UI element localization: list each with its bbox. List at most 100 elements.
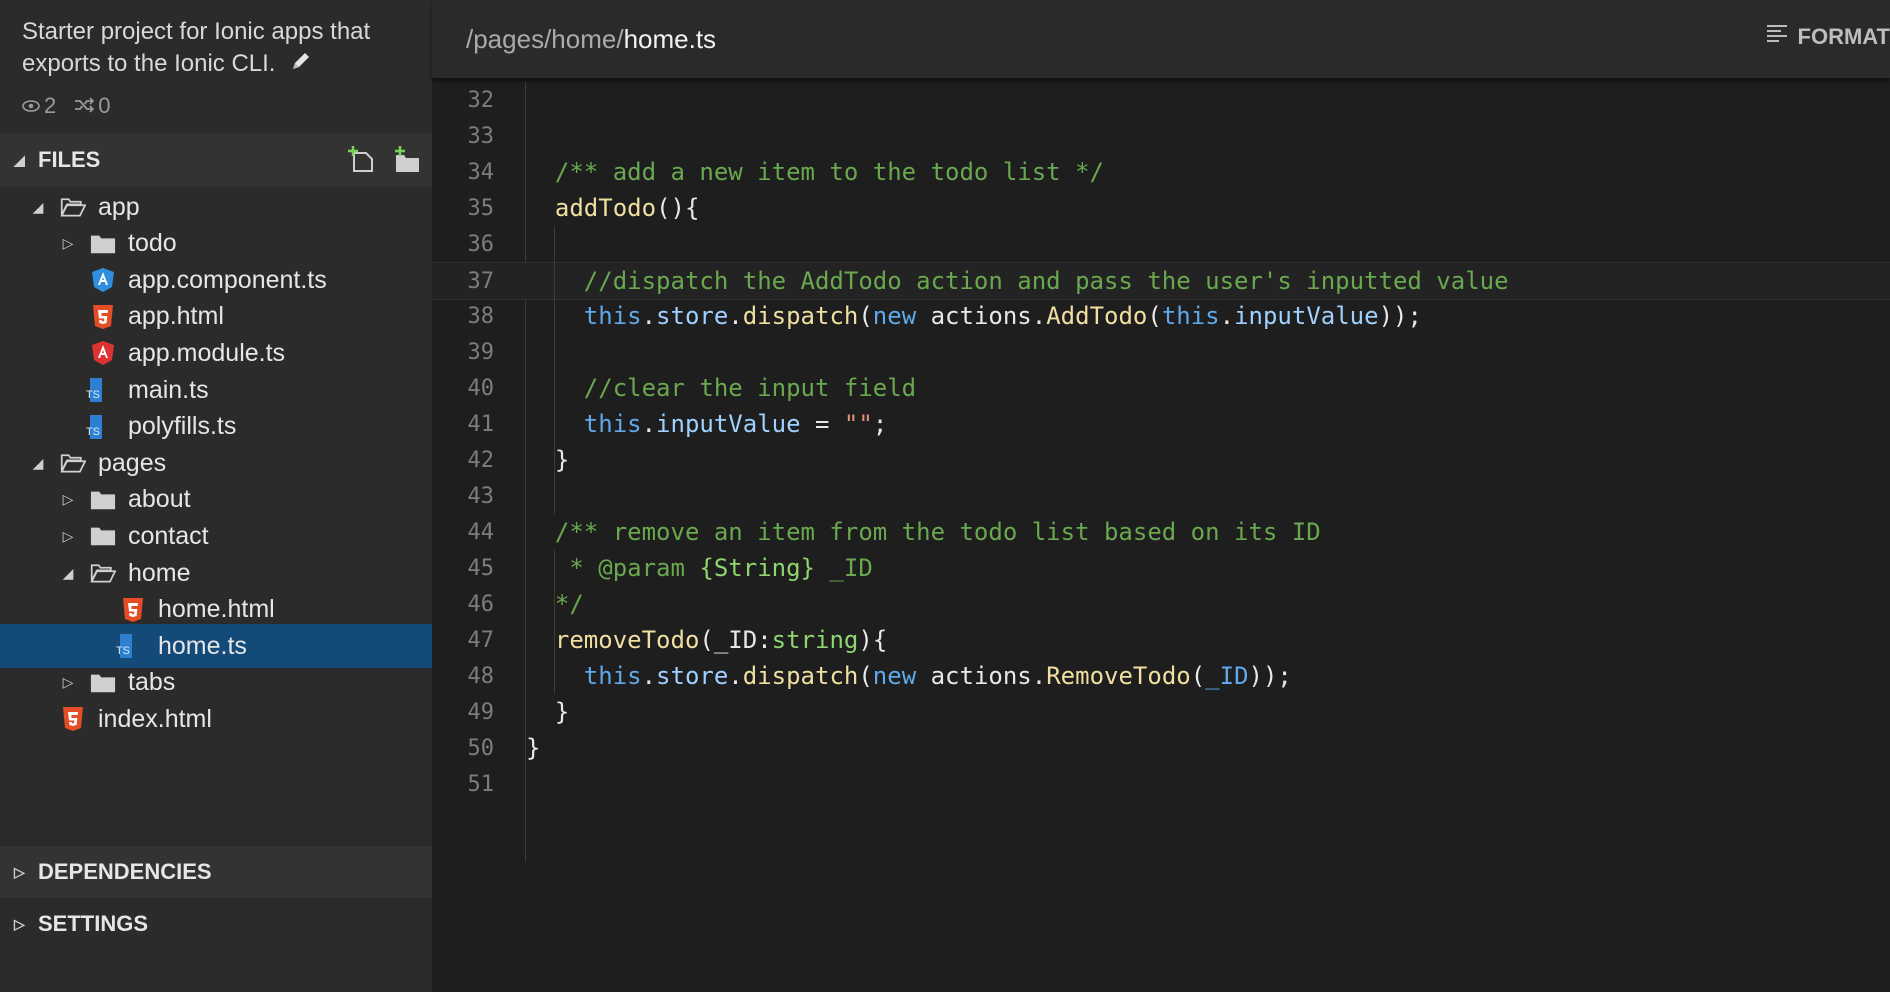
line-text: } (554, 446, 570, 474)
tree-item-label: index.html (98, 704, 212, 733)
caret-right-icon[interactable]: ▷ (60, 674, 76, 691)
code-line[interactable]: 37 //dispatch the AddTodo action and pas… (432, 262, 1890, 300)
folder-icon (90, 487, 116, 513)
folder-icon (90, 231, 116, 257)
line-number: 40 (467, 375, 495, 401)
watchers-count: 2 (44, 92, 57, 118)
line-text: /** remove an item from the todo list ba… (526, 518, 1321, 546)
indent-guide (554, 658, 555, 694)
angular-blue-icon (90, 267, 116, 293)
tree-item-label: app (98, 192, 140, 221)
tree-item-label: home.ts (158, 631, 247, 660)
typescript-icon: TS (86, 414, 116, 440)
line-text: } (526, 734, 541, 762)
line-number: 35 (467, 195, 495, 221)
tree-item-index-html[interactable]: index.html (0, 697, 432, 741)
indent-guide (554, 226, 555, 514)
caret-right-icon: ▷ (14, 915, 25, 932)
html5-icon (90, 304, 116, 330)
line-number: 37 (467, 268, 495, 294)
code-line[interactable]: 32 (432, 82, 1890, 118)
code-line[interactable]: 40 //clear the input field (432, 370, 1890, 406)
folder-icon (90, 523, 116, 549)
line-number: 42 (467, 447, 495, 473)
line-text: //clear the input field (526, 374, 917, 402)
tree-item-label: home (128, 558, 191, 587)
line-number: 46 (467, 591, 495, 617)
line-number: 47 (467, 627, 495, 653)
project-description: Starter project for Ionic apps that expo… (0, 0, 432, 81)
caret-down-icon[interactable]: ◢ (30, 455, 46, 472)
line-text: * @param {String} _ID (526, 554, 873, 582)
code-line[interactable]: 42 } (432, 442, 1890, 478)
forks-count: 0 (98, 92, 111, 118)
code-line[interactable]: 41 this.inputValue = ""; (432, 406, 1890, 442)
line-text: this.store.dispatch(new actions.AddTodo(… (583, 302, 1422, 330)
forks-stat: 0 (74, 92, 111, 119)
code-line[interactable]: 33 (432, 118, 1890, 154)
editor-header: /pages/home/home.ts FORMAT (432, 0, 1890, 78)
tree-item-label: tabs (128, 668, 176, 697)
code-line[interactable]: 48 this.store.dispatch(new actions.Remov… (432, 658, 1890, 694)
tree-item-label: todo (128, 229, 177, 258)
line-number: 39 (467, 339, 495, 365)
caret-right-icon[interactable]: ▷ (60, 235, 76, 252)
caret-down-icon: ◢ (14, 151, 25, 168)
code-line[interactable]: 45 * @param {String} _ID (432, 550, 1890, 586)
files-section-header[interactable]: ◢ FILES (0, 133, 432, 187)
settings-section-header[interactable]: ▷ SETTINGS (0, 898, 432, 950)
format-button[interactable]: FORMAT (1766, 24, 1890, 50)
project-stats: 2 0 (0, 81, 432, 123)
code-editor: /pages/home/home.ts FORMAT 32 33 34 /** ad… (432, 0, 1890, 992)
caret-right-icon[interactable]: ▷ (60, 491, 76, 508)
tree-item-label: app.module.ts (128, 338, 286, 367)
line-number: 32 (467, 87, 495, 113)
code-line[interactable]: 43 (432, 478, 1890, 514)
caret-right-icon[interactable]: ▷ (60, 528, 76, 545)
code-line[interactable]: 51 (432, 766, 1890, 802)
code-line[interactable]: 49 } (432, 694, 1890, 730)
line-number: 41 (467, 411, 495, 437)
files-actions (348, 145, 422, 181)
code-line[interactable]: 38 this.store.dispatch(new actions.AddTo… (432, 298, 1890, 334)
files-section-label: FILES (38, 147, 101, 172)
code-line[interactable]: 34 /** add a new item to the todo list *… (432, 154, 1890, 190)
code-line[interactable]: 44 /** remove an item from the todo list… (432, 514, 1890, 550)
line-number: 38 (467, 303, 495, 329)
code-line[interactable]: 39 (432, 334, 1890, 370)
line-text: this.store.dispatch(new actions.RemoveTo… (583, 662, 1292, 690)
code-line[interactable]: 46 */ (432, 586, 1890, 622)
caret-down-icon[interactable]: ◢ (60, 565, 76, 582)
shuffle-icon (74, 93, 95, 119)
align-left-icon (1766, 24, 1788, 50)
line-text: this.inputValue = ""; (583, 410, 888, 438)
line-number: 43 (467, 483, 495, 509)
code-line[interactable]: 47 removeTodo(_ID:string){ (432, 622, 1890, 658)
line-number: 49 (467, 699, 495, 725)
line-number: 44 (467, 519, 495, 545)
tree-item-label: about (128, 485, 191, 514)
line-text: removeTodo(_ID:string){ (554, 626, 888, 654)
edit-pencil-icon[interactable] (290, 49, 312, 81)
tree-item-label: pages (98, 448, 167, 477)
line-number: 48 (467, 663, 495, 689)
watchers-stat: 2 (22, 93, 56, 119)
new-folder-icon[interactable] (392, 145, 422, 181)
line-text: addTodo(){ (554, 194, 700, 222)
format-label: FORMAT (1797, 24, 1890, 49)
indent-guide (554, 550, 555, 658)
sidebar: Starter project for Ionic apps that expo… (0, 0, 432, 992)
caret-down-icon[interactable]: ◢ (30, 199, 46, 216)
tree-item-label: contact (128, 521, 209, 550)
line-text: /** add a new item to the todo list */ (526, 158, 1104, 186)
new-file-icon[interactable] (348, 145, 378, 181)
code-line[interactable]: 50} (432, 730, 1890, 766)
file-path-name: home.ts (623, 23, 717, 54)
typescript-icon: TS (86, 377, 116, 403)
line-number: 34 (467, 159, 495, 185)
dependencies-section-header[interactable]: ▷ DEPENDENCIES (0, 846, 432, 898)
code-line[interactable]: 35 addTodo(){ (432, 190, 1890, 226)
line-number: 33 (467, 123, 495, 149)
code-line[interactable]: 36 (432, 226, 1890, 262)
caret-right-icon: ▷ (14, 863, 25, 880)
